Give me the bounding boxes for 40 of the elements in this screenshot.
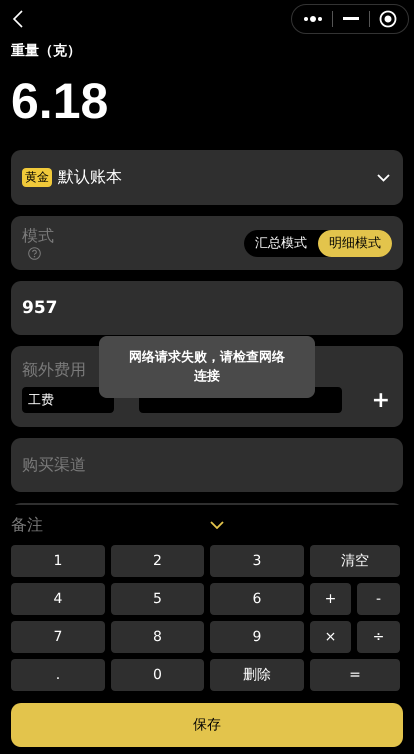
category-tag: 黄金	[22, 168, 52, 187]
keypad-key[interactable]: ÷	[357, 621, 400, 653]
keypad-key[interactable]: 2	[111, 545, 204, 577]
keypad-key[interactable]: 清空	[310, 545, 400, 577]
add-button[interactable]: +	[372, 388, 390, 412]
back-icon[interactable]	[12, 10, 24, 28]
keypad-key[interactable]: 6	[210, 583, 304, 615]
close-icon[interactable]	[379, 10, 398, 28]
mode-label: 模式	[22, 226, 54, 247]
keypad-key[interactable]: 1	[11, 545, 105, 577]
keypad-key[interactable]: =	[310, 659, 400, 691]
note-label: 备注	[11, 514, 43, 536]
keypad-key[interactable]: +	[310, 583, 351, 615]
keypad-key[interactable]: ×	[310, 621, 351, 653]
account-selector[interactable]: 黄金 默认账本	[11, 150, 403, 205]
keypad-key[interactable]: 5	[111, 583, 204, 615]
keypad-key[interactable]: 3	[210, 545, 304, 577]
weight-label: 重量（克）	[11, 42, 82, 60]
price-field[interactable]: 957	[11, 281, 403, 335]
save-button[interactable]: 保存	[11, 703, 403, 747]
keypad-key[interactable]: 0	[111, 659, 204, 691]
chevron-down-icon[interactable]	[210, 521, 224, 529]
keypad-key[interactable]: 9	[210, 621, 304, 653]
error-toast: 网络请求失败，请检查网络连接	[99, 336, 315, 398]
more-icon[interactable]	[302, 15, 323, 23]
keypad-key[interactable]: 4	[11, 583, 105, 615]
keypad-key[interactable]: .	[11, 659, 105, 691]
extra-fee-label: 额外费用	[22, 360, 86, 381]
fee-type-select[interactable]: 工费	[22, 387, 114, 413]
mode-option[interactable]: 汇总模式	[244, 230, 318, 256]
minimize-icon[interactable]	[342, 17, 359, 21]
help-icon[interactable]	[28, 247, 41, 260]
mode-option[interactable]: 明细模式	[318, 230, 392, 256]
weight-value: 6.18	[11, 76, 110, 126]
keypad-key[interactable]: -	[357, 583, 400, 615]
account-name: 默认账本	[58, 167, 122, 188]
chevron-down-icon	[377, 174, 390, 182]
keypad-key[interactable]: 8	[111, 621, 204, 653]
keypad-key[interactable]: 7	[11, 621, 105, 653]
keypad-key[interactable]: 删除	[210, 659, 304, 691]
